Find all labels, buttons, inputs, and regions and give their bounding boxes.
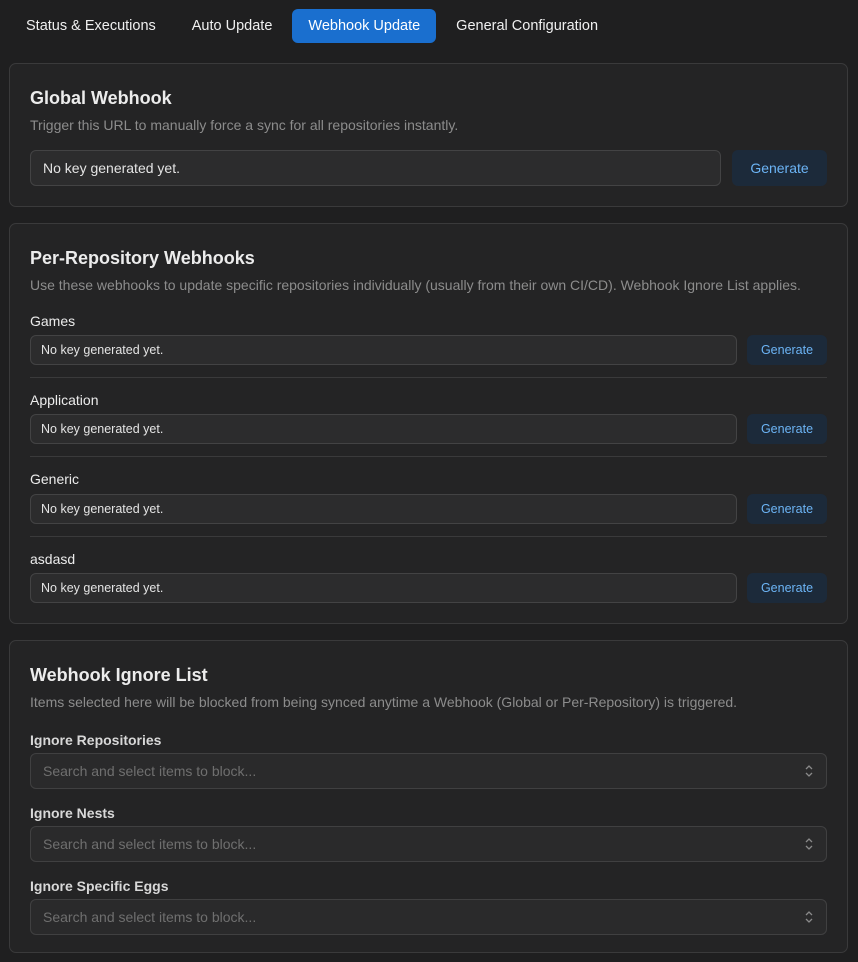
select-placeholder: Search and select items to block... [43,763,257,779]
generate-button-generic[interactable]: Generate [747,494,827,524]
tab-bar: Status & Executions Auto Update Webhook … [10,9,614,43]
per-repo-title: Per-Repository Webhooks [30,248,255,268]
chevron-up-down-icon [805,765,813,777]
repo-label-asdasd: asdasd [30,551,76,567]
ignore-repositories-label: Ignore Repositories [30,732,162,748]
ignore-list-title: Webhook Ignore List [30,665,208,685]
global-webhook-card: Global Webhook Trigger this URL to manua… [9,63,848,207]
chevron-up-down-icon [805,838,813,850]
tab-webhook-update[interactable]: Webhook Update [292,9,437,43]
ignore-nests-select[interactable]: Search and select items to block... [30,826,827,862]
repo-webhook-value: No key generated yet. [41,502,164,516]
divider [30,377,827,378]
divider [30,456,827,457]
ignore-list-card: Webhook Ignore List Items selected here … [9,640,848,953]
global-webhook-url-value: No key generated yet. [43,160,180,176]
global-webhook-title: Global Webhook [30,88,172,108]
per-repo-webhooks-card: Per-Repository Webhooks Use these webhoo… [9,223,848,624]
generate-button-games[interactable]: Generate [747,335,827,365]
global-generate-button[interactable]: Generate [732,150,827,186]
generate-button-asdasd[interactable]: Generate [747,573,827,603]
ignore-specific-eggs-label: Ignore Specific Eggs [30,878,169,894]
ignore-list-description: Items selected here will be blocked from… [30,694,738,710]
ignore-repositories-select[interactable]: Search and select items to block... [30,753,827,789]
ignore-nests-label: Ignore Nests [30,805,115,821]
generate-button-application[interactable]: Generate [747,414,827,444]
global-webhook-url-field[interactable]: No key generated yet. [30,150,721,186]
repo-webhook-value: No key generated yet. [41,581,164,595]
repo-webhook-field-generic[interactable]: No key generated yet. [30,494,737,524]
divider [30,536,827,537]
ignore-specific-eggs-select[interactable]: Search and select items to block... [30,899,827,935]
select-placeholder: Search and select items to block... [43,909,257,925]
repo-label-games: Games [30,313,76,329]
repo-webhook-field-application[interactable]: No key generated yet. [30,414,737,444]
tab-general-configuration[interactable]: General Configuration [440,9,614,43]
repo-webhook-field-games[interactable]: No key generated yet. [30,335,737,365]
repo-webhook-value: No key generated yet. [41,343,164,357]
global-webhook-description: Trigger this URL to manually force a syn… [30,117,459,133]
per-repo-description: Use these webhooks to update specific re… [30,277,801,293]
select-placeholder: Search and select items to block... [43,836,257,852]
repo-webhook-value: No key generated yet. [41,422,164,436]
tab-auto-update[interactable]: Auto Update [176,9,289,43]
tab-status-executions[interactable]: Status & Executions [10,9,172,43]
repo-label-application: Application [30,392,99,408]
repo-label-generic: Generic [30,471,80,487]
repo-webhook-field-asdasd[interactable]: No key generated yet. [30,573,737,603]
chevron-up-down-icon [805,911,813,923]
